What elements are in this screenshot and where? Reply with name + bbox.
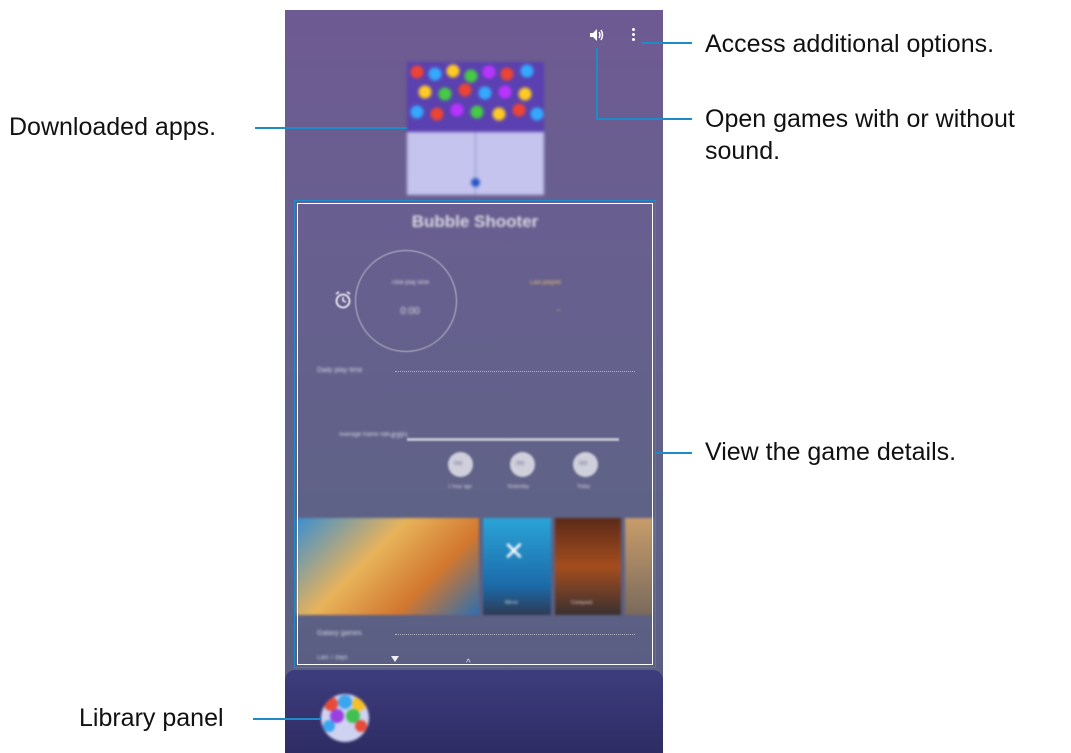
speaker-icon[interactable] [589,28,605,42]
library-panel-leader [253,718,321,720]
additional-options-leader [642,42,692,44]
game-details-leader [656,452,692,454]
library-game-icon[interactable] [321,694,369,742]
more-options-icon[interactable] [628,26,638,44]
downloaded-apps-callout: Downloaded apps. [9,113,217,141]
sound-callout-line2: sound. [705,137,781,165]
downloaded-apps-leader [255,127,407,129]
sound-leader-vertical [596,48,598,120]
game-details-callout: View the game details. [705,438,957,466]
library-panel[interactable] [285,670,663,753]
sound-callout-line1: Open games with or without [705,105,1015,133]
bubble-grid [407,62,544,132]
shooter-area [407,132,544,195]
game-details-highlight [294,200,656,668]
sound-leader-horizontal [596,118,692,120]
additional-options-callout: Access additional options. [705,30,995,58]
downloaded-app-thumbnail[interactable] [407,62,544,195]
library-panel-callout: Library panel [79,704,224,732]
